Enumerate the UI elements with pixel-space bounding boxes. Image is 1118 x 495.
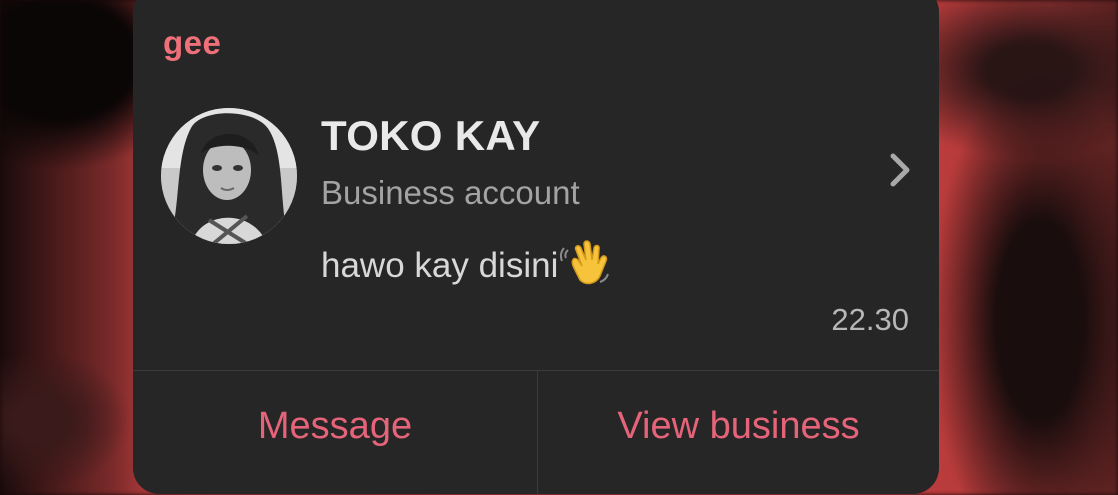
- message-timestamp: 22.30: [831, 302, 909, 337]
- message-button[interactable]: Message: [133, 371, 537, 481]
- contact-info-row[interactable]: TOKO KAY Business account hawo kay disin…: [133, 96, 939, 356]
- chat-sender-name: gee: [163, 24, 222, 61]
- last-message-text: hawo kay disini: [321, 246, 559, 285]
- avatar: [161, 108, 297, 244]
- contact-name: TOKO KAY: [321, 112, 541, 159]
- waving-hand-icon: [560, 236, 614, 290]
- contact-preview-card: gee TOKO KAY Business account hawo kay d…: [133, 0, 939, 494]
- last-message-preview: hawo kay disini: [321, 240, 614, 290]
- account-type-label: Business account: [321, 174, 580, 211]
- chevron-right-icon[interactable]: [885, 150, 915, 190]
- avatar-photo: [161, 108, 297, 244]
- view-business-button[interactable]: View business: [538, 371, 939, 481]
